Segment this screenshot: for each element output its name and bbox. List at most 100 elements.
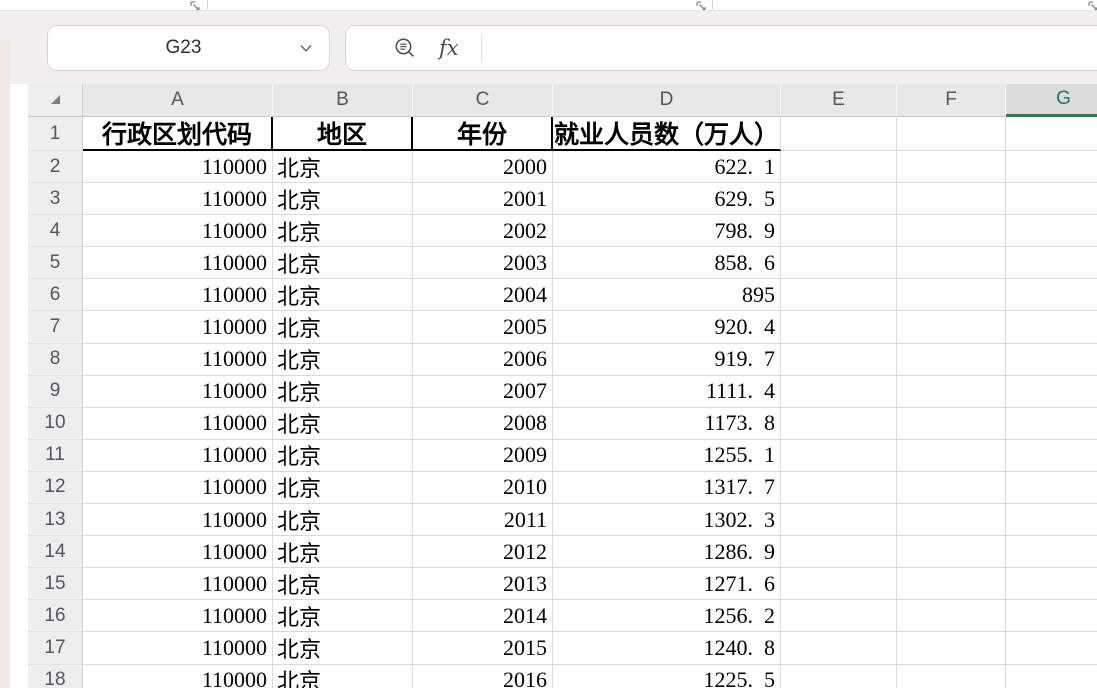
cell-B16[interactable]: 北京 [273,600,413,633]
cell-B18[interactable]: 北京 [273,664,413,688]
cell-E6[interactable] [781,279,897,312]
cell-E5[interactable] [781,247,897,280]
row-header-16[interactable]: 16 [28,600,83,633]
cell-C5[interactable]: 2003 [413,247,553,280]
cell-G9[interactable] [1006,375,1097,408]
cell-F2[interactable] [897,151,1006,184]
cell-A11[interactable]: 110000 [83,439,273,472]
dialog-launcher-icon[interactable] [189,0,202,10]
cell-E17[interactable] [781,632,897,665]
cell-B13[interactable]: 北京 [273,504,413,537]
cell-C7[interactable]: 2005 [413,311,553,344]
cell-B5[interactable]: 北京 [273,247,413,280]
cell-C12[interactable]: 2010 [413,471,553,505]
row-header-2[interactable]: 2 [28,151,83,184]
formula-bar[interactable]: fx [345,25,1097,71]
cell-F11[interactable] [897,439,1006,472]
cell-C1[interactable]: 年份 [413,117,553,151]
cell-G3[interactable] [1006,183,1097,216]
cell-C4[interactable]: 2002 [413,215,553,248]
cell-A5[interactable]: 110000 [83,247,273,280]
cell-C18[interactable]: 2016 [413,664,553,688]
cell-E18[interactable] [781,664,897,688]
cell-F13[interactable] [897,504,1006,537]
cell-F7[interactable] [897,311,1006,344]
cell-F9[interactable] [897,375,1006,408]
cell-E10[interactable] [781,407,897,440]
cell-G10[interactable] [1006,407,1097,440]
cell-B11[interactable]: 北京 [273,439,413,472]
cell-G14[interactable] [1006,536,1097,569]
row-header-7[interactable]: 7 [28,311,83,344]
name-box-value[interactable]: G23 [48,37,293,59]
cell-E12[interactable] [781,471,897,505]
cell-D2[interactable]: 622. 1 [553,151,781,184]
cell-B17[interactable]: 北京 [273,632,413,665]
cell-B7[interactable]: 北京 [273,311,413,344]
row-header-5[interactable]: 5 [28,247,83,280]
cell-F18[interactable] [897,664,1006,688]
cell-G5[interactable] [1006,247,1097,280]
cell-C11[interactable]: 2009 [413,439,553,472]
cell-D15[interactable]: 1271. 6 [553,568,781,601]
cell-B3[interactable]: 北京 [273,183,413,216]
cell-A2[interactable]: 110000 [83,151,273,184]
row-header-6[interactable]: 6 [28,279,83,312]
cell-E15[interactable] [781,568,897,601]
cell-D13[interactable]: 1302. 3 [553,504,781,537]
cell-C9[interactable]: 2007 [413,375,553,408]
cell-D14[interactable]: 1286. 9 [553,536,781,569]
select-all-button[interactable] [28,84,83,117]
cell-D16[interactable]: 1256. 2 [553,600,781,633]
cell-B2[interactable]: 北京 [273,151,413,184]
cell-F6[interactable] [897,279,1006,312]
cell-D11[interactable]: 1255. 1 [553,439,781,472]
row-header-13[interactable]: 13 [28,504,83,537]
row-header-17[interactable]: 17 [28,632,83,665]
cell-F17[interactable] [897,632,1006,665]
column-header-E[interactable]: E [781,84,897,117]
cell-D18[interactable]: 1225. 5 [553,664,781,688]
cell-C8[interactable]: 2006 [413,343,553,376]
cell-E11[interactable] [781,439,897,472]
cell-G4[interactable] [1006,215,1097,248]
cell-G17[interactable] [1006,632,1097,665]
column-header-B[interactable]: B [273,84,413,117]
fx-icon[interactable]: fx [439,36,459,60]
column-header-F[interactable]: F [897,84,1006,117]
cell-E2[interactable] [781,151,897,184]
cell-C10[interactable]: 2008 [413,407,553,440]
cell-B15[interactable]: 北京 [273,568,413,601]
cell-E1[interactable] [781,117,897,151]
cell-D8[interactable]: 919. 7 [553,343,781,376]
cell-B1[interactable]: 地区 [273,117,413,151]
cell-F5[interactable] [897,247,1006,280]
cell-G16[interactable] [1006,600,1097,633]
cell-B14[interactable]: 北京 [273,536,413,569]
cell-A17[interactable]: 110000 [83,632,273,665]
row-header-12[interactable]: 12 [28,471,83,505]
cell-C6[interactable]: 2004 [413,279,553,312]
cell-C2[interactable]: 2000 [413,151,553,184]
cell-B6[interactable]: 北京 [273,279,413,312]
cell-B4[interactable]: 北京 [273,215,413,248]
column-header-D[interactable]: D [553,84,781,117]
chevron-down-icon[interactable] [293,44,319,53]
cell-E14[interactable] [781,536,897,569]
cell-C16[interactable]: 2014 [413,600,553,633]
cell-A13[interactable]: 110000 [83,504,273,537]
row-header-8[interactable]: 8 [28,343,83,376]
cell-G1[interactable] [1006,117,1097,151]
dialog-launcher-icon[interactable] [695,0,708,10]
row-header-1[interactable]: 1 [28,117,83,151]
cell-A3[interactable]: 110000 [83,183,273,216]
cell-D12[interactable]: 1317. 7 [553,471,781,505]
row-header-4[interactable]: 4 [28,215,83,248]
cell-A9[interactable]: 110000 [83,375,273,408]
cell-D1[interactable]: 就业人员数（万人） [553,117,781,151]
cell-E16[interactable] [781,600,897,633]
cell-F12[interactable] [897,471,1006,505]
cell-B9[interactable]: 北京 [273,375,413,408]
cell-D6[interactable]: 895 [553,279,781,312]
column-header-G[interactable]: G [1006,84,1097,117]
